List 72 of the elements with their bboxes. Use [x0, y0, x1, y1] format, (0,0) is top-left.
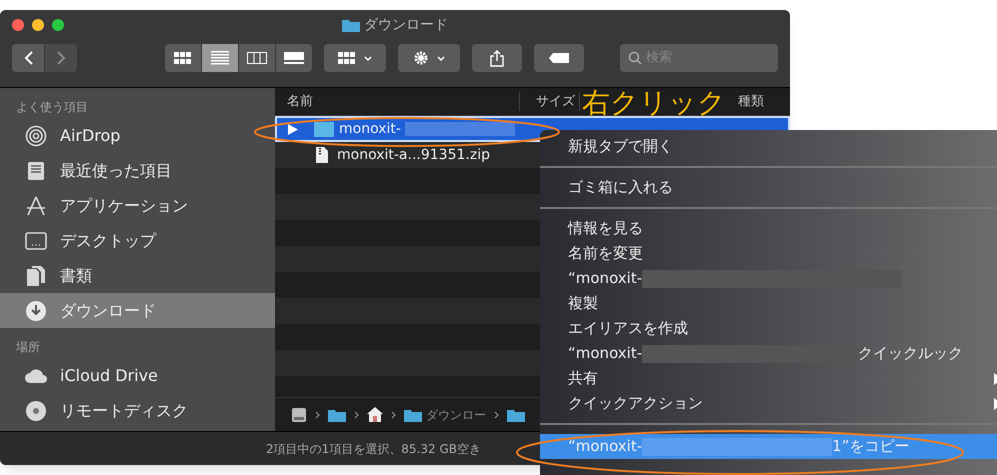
- list-icon: [211, 51, 229, 65]
- airdrop-icon: [25, 124, 47, 146]
- file-name: monoxit-a...91351.zip: [337, 146, 490, 164]
- chevron-left-icon: [24, 51, 32, 65]
- sidebar-item[interactable]: AirDrop: [0, 118, 275, 153]
- tag-icon: [549, 53, 569, 63]
- sidebar-item[interactable]: 最近使った項目: [0, 153, 275, 188]
- disclosure-triangle-icon: [288, 124, 298, 134]
- zip-file-icon: [316, 147, 328, 163]
- column-header[interactable]: 名前: [275, 92, 520, 112]
- zoom-button[interactable]: [52, 19, 64, 31]
- folder-icon: [328, 408, 346, 422]
- column-header[interactable]: サイズ: [520, 92, 580, 112]
- view-mode-button[interactable]: [165, 44, 201, 72]
- view-mode-button[interactable]: [276, 44, 312, 72]
- menu-item[interactable]: “monoxit- クイックルック: [540, 341, 997, 366]
- folder-icon: [404, 408, 422, 422]
- tray-icon: [26, 160, 46, 180]
- sidebar-item[interactable]: iCloud Drive: [0, 358, 275, 393]
- sidebar-item[interactable]: デスクトップ: [0, 223, 275, 258]
- annotation-label: 右クリック: [582, 89, 726, 117]
- close-button[interactable]: [12, 19, 24, 31]
- folder-icon: [342, 18, 360, 32]
- gallery-icon: [284, 52, 304, 64]
- sidebar-item[interactable]: アプリケーション: [0, 188, 275, 223]
- back-button[interactable]: [12, 44, 44, 72]
- menu-item[interactable]: 複製: [540, 291, 997, 316]
- menu-item[interactable]: クイックアクション: [540, 391, 997, 416]
- menu-item[interactable]: ゴミ箱に入れる: [540, 175, 997, 200]
- columns-icon: [247, 52, 267, 64]
- search-icon: [628, 51, 642, 65]
- chevron-right-icon: [494, 410, 499, 418]
- action-button[interactable]: [398, 44, 460, 72]
- sidebar-item[interactable]: ダウンロード: [0, 293, 275, 328]
- sidebar-item[interactable]: リモートディスク: [0, 393, 275, 428]
- chevron-right-icon: [391, 410, 396, 418]
- menu-item[interactable]: 名前を変更: [540, 241, 997, 266]
- grid-icon: [174, 52, 192, 64]
- chevron-right-icon: [56, 51, 66, 65]
- gear-icon: [413, 50, 429, 66]
- path-label: ダウンロー: [426, 406, 486, 424]
- document-icon: [26, 264, 46, 286]
- chevron-right-icon: [315, 410, 320, 418]
- monitor-icon: [25, 232, 47, 250]
- menu-item[interactable]: エイリアスを作成: [540, 316, 997, 341]
- tag-button[interactable]: [534, 44, 584, 72]
- folder-icon: [507, 408, 525, 422]
- window-title: ダウンロード: [364, 16, 448, 34]
- cloud-icon: [24, 368, 48, 384]
- disc-icon: [25, 400, 47, 422]
- folder-icon: [314, 122, 334, 136]
- view-mode-button[interactable]: [239, 44, 275, 72]
- menu-item[interactable]: “monoxit-: [540, 266, 997, 291]
- caret-icon: [364, 56, 372, 60]
- share-button[interactable]: [472, 44, 522, 72]
- sidebar-heading: よく使う項目: [15, 99, 89, 116]
- caret-icon: [437, 56, 445, 60]
- share-icon: [490, 50, 504, 66]
- sidebar-heading: 場所: [15, 339, 41, 356]
- chevron-right-icon: [354, 410, 359, 418]
- download-icon: [25, 300, 47, 322]
- status-text: 2項目中の1項目を選択、85.32 GB空き: [266, 440, 481, 458]
- menu-item[interactable]: 情報を見る: [540, 216, 997, 241]
- compass-letter-icon: [25, 196, 47, 216]
- sidebar-item[interactable]: 書類: [0, 258, 275, 293]
- column-header[interactable]: 種類: [738, 92, 764, 112]
- menu-item[interactable]: 共有: [540, 366, 997, 391]
- file-name: monoxit-: [339, 120, 401, 138]
- grid-icon: [338, 52, 356, 64]
- group-button[interactable]: [324, 44, 386, 72]
- minimize-button[interactable]: [32, 19, 44, 31]
- house-icon: [367, 407, 383, 422]
